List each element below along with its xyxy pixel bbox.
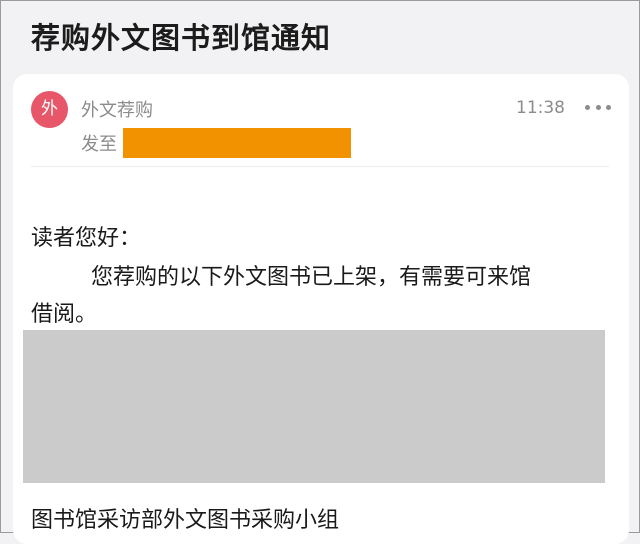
more-options-icon[interactable] — [585, 98, 611, 116]
dot — [585, 104, 590, 110]
signature-text: 图书馆采访部外文图书采购小组 — [31, 508, 340, 533]
body-text-line-2: 借阅。 — [31, 302, 98, 327]
header-divider — [31, 166, 609, 167]
message-time: 11:38 — [516, 98, 565, 118]
dot — [595, 104, 601, 110]
sender-name[interactable]: 外文荐购 — [81, 96, 153, 122]
book-list-redaction — [23, 330, 605, 483]
email-card: 外 外文荐购 发至 11:38 读者您好： 您荐购的以下外文图书已上架，有需要可… — [13, 74, 629, 544]
dot — [606, 104, 611, 110]
recipient-redaction — [123, 128, 351, 158]
sender-avatar[interactable]: 外 — [31, 91, 68, 128]
recipient-label[interactable]: 发至 — [81, 130, 117, 156]
greeting-text: 读者您好： — [31, 226, 142, 251]
body-text-line-1: 您荐购的以下外文图书已上架，有需要可来馆 — [91, 265, 532, 290]
page-title: 荐购外文图书到馆通知 — [31, 21, 332, 55]
